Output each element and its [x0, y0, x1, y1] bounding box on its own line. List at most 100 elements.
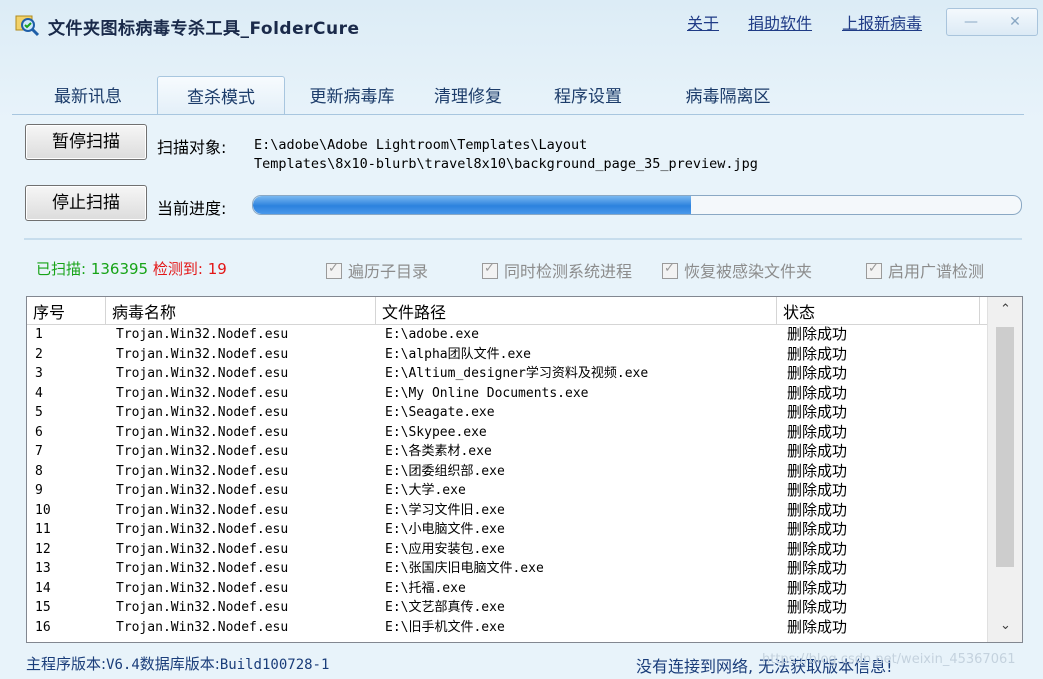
scan-target-line1: E:\adobe\Adobe Lightroom\Templates\Layou… [254, 137, 588, 153]
table-row[interactable]: 6 Trojan.Win32.Nodef.esu E:\Skypee.exe 删除成功 [27, 423, 987, 443]
row-status: 删除成功 [787, 364, 848, 382]
row-index: 1 [35, 327, 43, 342]
checkbox-icon[interactable] [326, 261, 342, 279]
watermark-text: https://blog.csdn.net/weixin_45367061 [762, 652, 1016, 667]
scroll-up-icon[interactable]: ⌃ [988, 297, 1022, 323]
table-row[interactable]: 15 Trojan.Win32.Nodef.esu E:\文艺部真传.exe 删除成功 [27, 598, 987, 618]
row-virus-name: Trojan.Win32.Nodef.esu [116, 522, 289, 537]
scanned-count: 136395 [90, 260, 149, 278]
row-virus-name: Trojan.Win32.Nodef.esu [116, 385, 289, 401]
column-header-index[interactable]: 序号 [27, 297, 106, 324]
tab-quarantine[interactable]: 病毒隔离区 [670, 76, 786, 114]
option-restore-folders[interactable]: 恢复被感染文件夹 [662, 258, 812, 282]
table-row[interactable]: 10 Trojan.Win32.Nodef.esu E:\学习文件旧.exe 删除成功 [27, 501, 987, 521]
table-row[interactable]: 13 Trojan.Win32.Nodef.esu E:\张国庆旧电脑文件.exe 删… [27, 559, 987, 579]
close-icon[interactable]: ✕ [993, 9, 1037, 35]
detected-count: 19 [207, 260, 227, 278]
row-file-path: E:\旧手机文件.exe [385, 619, 505, 635]
table-row[interactable]: 2 Trojan.Win32.Nodef.esu E:\alpha团队文件.exe 删… [27, 345, 987, 365]
option-heuristic-scan-label: 启用广谱检测 [888, 262, 985, 281]
row-index: 3 [35, 366, 43, 381]
row-virus-name: Trojan.Win32.Nodef.esu [116, 483, 289, 498]
scan-target-label: 扫描对象: [157, 138, 227, 157]
detected-label: 检测到: [152, 260, 203, 278]
row-index: 13 [35, 561, 51, 576]
row-virus-name: Trojan.Win32.Nodef.esu [116, 502, 289, 518]
table-row[interactable]: 11 Trojan.Win32.Nodef.esu E:\小电脑文件.exe 删除成功 [27, 520, 987, 540]
row-virus-name: Trojan.Win32.Nodef.esu [116, 463, 289, 479]
table-row[interactable]: 4 Trojan.Win32.Nodef.esu E:\My Online Docu… [27, 384, 987, 404]
option-heuristic-scan[interactable]: 启用广谱检测 [866, 258, 984, 282]
row-status: 删除成功 [787, 481, 848, 499]
row-file-path: E:\Altium_designer学习资料及视频.exe [385, 366, 649, 381]
row-file-path: E:\alpha团队文件.exe [385, 346, 531, 362]
row-status: 删除成功 [787, 559, 848, 577]
table-row[interactable]: 16 Trojan.Win32.Nodef.esu E:\旧手机文件.exe 删除成功 [27, 618, 987, 638]
row-status: 删除成功 [787, 325, 848, 343]
column-header-file-path[interactable]: 文件路径 [376, 297, 777, 324]
tab-latest-news[interactable]: 最新讯息 [34, 76, 142, 114]
table-row[interactable]: 14 Trojan.Win32.Nodef.esu E:\托福.exe 删除成功 [27, 579, 987, 599]
row-status: 删除成功 [787, 383, 848, 402]
column-header-virus-name[interactable]: 病毒名称 [106, 297, 376, 324]
main-version-label: 主程序版本: [26, 655, 107, 673]
tab-program-settings[interactable]: 程序设置 [538, 76, 638, 114]
tab-scan-mode[interactable]: 查杀模式 [157, 76, 285, 115]
row-virus-name: Trojan.Win32.Nodef.esu [116, 405, 289, 420]
row-virus-name: Trojan.Win32.Nodef.esu [116, 561, 289, 576]
checkbox-icon[interactable] [662, 261, 678, 279]
scan-counts: 已扫描: 136395 检测到: 19 [36, 258, 227, 279]
row-status: 删除成功 [787, 578, 848, 597]
table-row[interactable]: 1 Trojan.Win32.Nodef.esu E:\adobe.exe 删除成功 [27, 325, 987, 345]
option-traverse-subdirs-label: 遍历子目录 [348, 262, 429, 281]
row-index: 7 [35, 444, 43, 459]
title-bar: 文件夹图标病毒专杀工具_FolderCure 关于 捐助软件 上报新病毒 — ✕ [0, 0, 1043, 68]
option-scan-processes-label: 同时检测系统进程 [504, 262, 633, 281]
row-status: 删除成功 [787, 539, 848, 558]
table-row[interactable]: 8 Trojan.Win32.Nodef.esu E:\团委组织部.exe 删除成功 [27, 462, 987, 482]
option-restore-folders-label: 恢复被感染文件夹 [684, 262, 813, 281]
row-virus-name: Trojan.Win32.Nodef.esu [116, 600, 289, 615]
row-index: 15 [35, 600, 51, 615]
checkbox-icon[interactable] [866, 261, 882, 279]
tab-update-database[interactable]: 更新病毒库 [294, 76, 410, 114]
table-row[interactable]: 3 Trojan.Win32.Nodef.esu E:\Altium_designe… [27, 364, 987, 384]
row-file-path: E:\各类素材.exe [385, 444, 492, 459]
pause-scan-button[interactable]: 暂停扫描 [25, 124, 147, 160]
app-window: 文件夹图标病毒专杀工具_FolderCure 关于 捐助软件 上报新病毒 — ✕… [0, 0, 1043, 679]
stop-scan-button[interactable]: 停止扫描 [25, 185, 147, 221]
row-status: 删除成功 [787, 344, 848, 363]
report-virus-link[interactable]: 上报新病毒 [842, 10, 922, 34]
row-status: 删除成功 [787, 442, 848, 460]
row-virus-name: Trojan.Win32.Nodef.esu [116, 327, 289, 342]
main-version: V6.4 [106, 657, 140, 673]
donate-link[interactable]: 捐助软件 [748, 10, 812, 34]
table-row[interactable]: 7 Trojan.Win32.Nodef.esu E:\各类素材.exe 删除成功 [27, 442, 987, 462]
row-file-path: E:\大学.exe [385, 483, 466, 498]
table-row[interactable]: 5 Trojan.Win32.Nodef.esu E:\Seagate.exe 删除成… [27, 403, 987, 423]
row-index: 4 [35, 385, 43, 401]
row-status: 删除成功 [787, 598, 848, 616]
option-scan-processes[interactable]: 同时检测系统进程 [482, 258, 632, 282]
row-virus-name: Trojan.Win32.Nodef.esu [116, 366, 289, 381]
option-traverse-subdirs[interactable]: 遍历子目录 [326, 258, 428, 282]
detection-list[interactable]: 序号 病毒名称 文件路径 状态 1 Trojan.Win32.Nodef.esu E… [26, 296, 1023, 643]
version-info: 主程序版本:V6.4数据库版本:Build100728-1 [26, 653, 329, 674]
checkbox-icon[interactable] [482, 261, 498, 279]
tab-divider [12, 114, 1024, 115]
row-file-path: E:\文艺部真传.exe [385, 600, 505, 615]
window-controls: — ✕ [946, 8, 1038, 36]
list-header: 序号 病毒名称 文件路径 状态 [27, 297, 987, 325]
tab-clean-repair[interactable]: 清理修复 [418, 76, 518, 114]
table-row[interactable]: 12 Trojan.Win32.Nodef.esu E:\应用安装包.exe 删除成功 [27, 540, 987, 560]
vertical-scrollbar[interactable]: ⌃ ⌄ [987, 297, 1022, 642]
row-status: 删除成功 [787, 403, 848, 421]
scroll-down-icon[interactable]: ⌄ [988, 613, 1022, 639]
row-virus-name: Trojan.Win32.Nodef.esu [116, 424, 289, 440]
scanned-label: 已扫描: [36, 260, 87, 278]
column-header-status[interactable]: 状态 [777, 297, 980, 324]
minimize-icon[interactable]: — [949, 9, 993, 35]
scroll-thumb[interactable] [996, 327, 1014, 567]
table-row[interactable]: 9 Trojan.Win32.Nodef.esu E:\大学.exe 删除成功 [27, 481, 987, 501]
about-link[interactable]: 关于 [687, 10, 719, 34]
